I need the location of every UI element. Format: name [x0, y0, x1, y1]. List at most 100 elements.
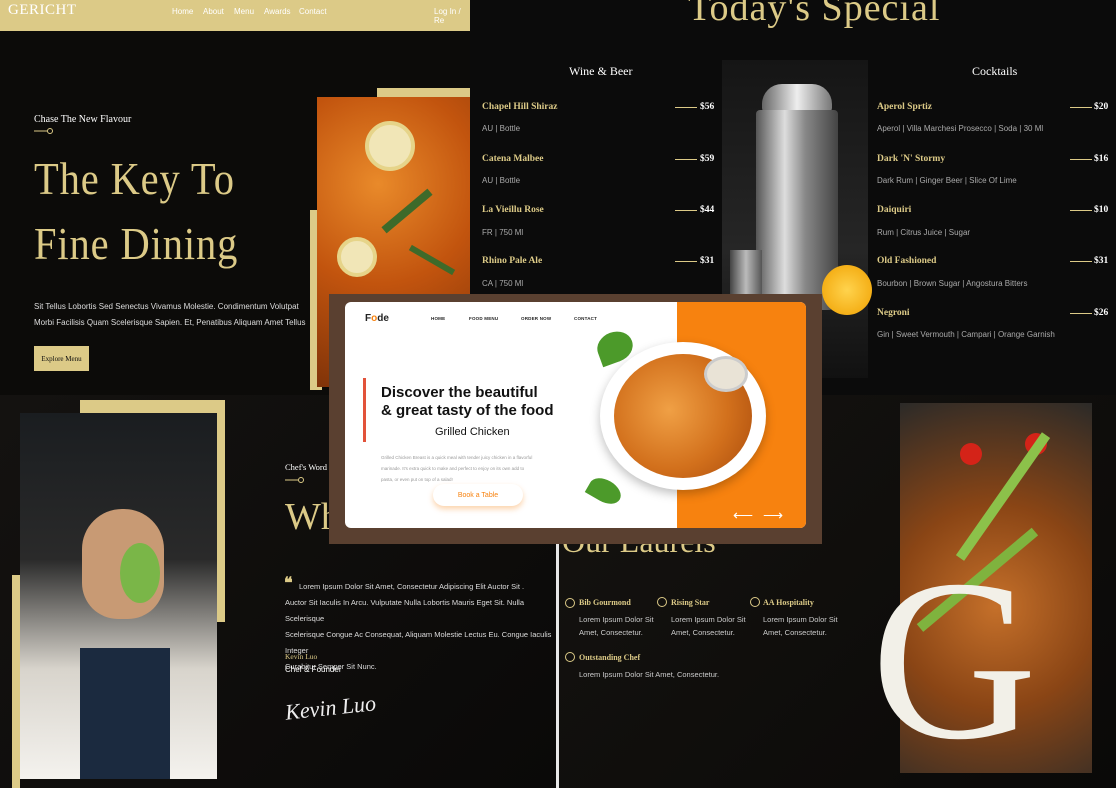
chef-signature: Kevin Luo	[283, 690, 378, 725]
laurel-desc: Lorem Ipsum Dolor Sit Amet, Consectetur.	[579, 668, 719, 681]
fode-nav-order-now[interactable]: ORDER NOW	[521, 316, 551, 321]
nav-about[interactable]: About	[203, 7, 224, 16]
cocktails-title: Cocktails	[972, 64, 1018, 78]
laurel-desc-line: Amet, Consectetur.	[763, 628, 827, 637]
laurel-desc-line: Lorem Ipsum Dolor Sit	[763, 615, 838, 624]
fode-nav-home[interactable]: HOME	[431, 316, 445, 321]
quote-line: Lorem Ipsum Dolor Sit Amet, Consectetur …	[299, 582, 525, 591]
chicken-plate-image	[600, 342, 766, 490]
wine-price: $56	[700, 102, 715, 112]
quote-line: Scelerisque Congue Ac Consequat, Aliquam…	[285, 630, 552, 655]
title-accent-bar	[363, 378, 366, 442]
fode-description: Grilled Chicken Breast is a quick meal w…	[381, 452, 532, 485]
chef-subtitle: Chef's Word	[285, 462, 328, 472]
quote-line: Auctor Sit Iaculis In Arcu. Vulputate Nu…	[285, 598, 525, 623]
spoon-icon	[285, 477, 304, 483]
cocktail-price: $20	[1094, 102, 1109, 112]
chef-role: Chef & Founder	[285, 665, 342, 674]
fode-card-inner: Fode HOME FOOD MENU ORDER NOW CONTACT Di…	[345, 302, 806, 528]
fode-title-line: & great tasty of the food	[381, 402, 554, 419]
laurel-desc-line: Lorem Ipsum Dolor Sit	[579, 615, 654, 624]
explore-menu-button[interactable]: Explore Menu	[34, 346, 89, 371]
lemon-slice-icon	[337, 237, 377, 277]
nav-contact[interactable]: Contact	[299, 7, 327, 16]
wine-desc: AU | Bottle	[482, 176, 521, 185]
fode-card: Fode HOME FOOD MENU ORDER NOW CONTACT Di…	[329, 294, 822, 544]
lettuce-leaf-icon	[120, 543, 160, 603]
cocktail-price: $16	[1094, 154, 1109, 164]
wine-price: $31	[700, 256, 715, 266]
cocktail-name: Aperol Sprtiz	[877, 102, 932, 112]
nav-login[interactable]: Log In / Re	[434, 7, 470, 25]
hero-paragraph: Sit Tellus Lobortis Sed Senectus Vivamus…	[34, 299, 306, 331]
cocktail-name: Old Fashioned	[877, 256, 937, 266]
award-icon	[565, 652, 575, 662]
special-heading: Today's Special	[688, 0, 941, 29]
laurel-name: AA Hospitality	[763, 598, 814, 607]
cocktail-desc: Bourbon | Brown Sugar | Angostura Bitter…	[877, 279, 1028, 288]
cocktail-price: $31	[1094, 256, 1109, 266]
wine-beer-title: Wine & Beer	[569, 64, 633, 78]
shaker-cap-icon	[762, 84, 832, 112]
fode-dish-name: Grilled Chicken	[435, 426, 510, 438]
wine-name: Rhino Pale Ale	[482, 256, 543, 266]
fode-title: Discover the beautiful & great tasty of …	[381, 384, 554, 420]
hero-title-line2: Fine Dining	[34, 218, 239, 269]
hero-paragraph-line: Morbi Facilisis Quam Scelerisque Sapien.…	[34, 318, 306, 327]
gericht-navbar: GERICHT Home About Menu Awards Contact L…	[0, 0, 470, 31]
divider	[675, 159, 697, 160]
wine-price: $59	[700, 154, 715, 164]
cocktail-price: $10	[1094, 205, 1109, 215]
gericht-logo[interactable]: GERICHT	[8, 2, 77, 19]
cocktail-desc: Gin | Sweet Vermouth | Campari | Orange …	[877, 330, 1055, 339]
fode-logo-part: de	[377, 313, 389, 324]
divider	[1070, 313, 1092, 314]
divider	[675, 107, 697, 108]
sauce-bowl-icon	[704, 356, 748, 392]
nav-home[interactable]: Home	[172, 7, 193, 16]
wine-desc: AU | Bottle	[482, 124, 521, 133]
fode-title-line: Discover the beautiful	[381, 384, 538, 401]
tomato-icon	[960, 443, 982, 465]
laurel-name: Bib Gourmond	[579, 598, 631, 607]
cocktail-name: Dark 'N' Stormy	[877, 154, 946, 164]
divider	[1070, 107, 1092, 108]
chef-apron-icon	[80, 648, 170, 779]
laurel-desc-line: Lorem Ipsum Dolor Sit Amet, Consectetur.	[579, 670, 720, 679]
chef-photo	[20, 413, 217, 779]
divider	[675, 210, 697, 211]
award-icon	[565, 598, 575, 608]
wine-price: $44	[700, 205, 715, 215]
laurel-desc: Lorem Ipsum Dolor Sit Amet, Consectetur.	[763, 613, 838, 639]
laurel-desc: Lorem Ipsum Dolor Sit Amet, Consectetur.	[579, 613, 654, 639]
wine-name: La Vieillu Rose	[482, 205, 544, 215]
laurel-name: Rising Star	[671, 598, 710, 607]
arrow-next-icon[interactable]: ⟶	[763, 507, 783, 524]
cocktail-desc: Aperol | Villa Marchesi Prosecco | Soda …	[877, 124, 1044, 133]
herb-sprig-icon	[408, 244, 456, 276]
orange-slice-icon	[822, 265, 872, 315]
award-icon	[657, 597, 667, 607]
wine-desc: FR | 750 Ml	[482, 228, 524, 237]
hero-paragraph-line: Sit Tellus Lobortis Sed Senectus Vivamus…	[34, 302, 299, 311]
fode-nav-contact[interactable]: CONTACT	[574, 316, 597, 321]
spoon-icon	[34, 128, 53, 134]
nav-awards[interactable]: Awards	[264, 7, 291, 16]
chef-image-frame	[12, 575, 20, 788]
laurel-desc-line: Lorem Ipsum Dolor Sit	[671, 615, 746, 624]
divider	[1070, 210, 1092, 211]
herb-sprig-icon	[381, 188, 433, 234]
chef-quote: Lorem Ipsum Dolor Sit Amet, Consectetur …	[285, 579, 556, 675]
book-table-button[interactable]: Book a Table	[433, 484, 523, 506]
laurel-desc: Lorem Ipsum Dolor Sit Amet, Consectetur.	[671, 613, 746, 639]
hero-subtitle: Chase The New Flavour	[34, 114, 132, 125]
fode-nav-food-menu[interactable]: FOOD MENU	[469, 316, 498, 321]
hero-title-line1: The Key To	[34, 153, 235, 204]
fode-logo[interactable]: Fode	[365, 313, 389, 324]
laurel-desc-line: Amet, Consectetur.	[579, 628, 643, 637]
nav-menu[interactable]: Menu	[234, 7, 254, 16]
arrow-prev-icon[interactable]: ⟵	[733, 507, 753, 524]
divider	[1070, 261, 1092, 262]
laurel-desc-line: Amet, Consectetur.	[671, 628, 735, 637]
cocktail-desc: Rum | Citrus Juice | Sugar	[877, 228, 971, 237]
